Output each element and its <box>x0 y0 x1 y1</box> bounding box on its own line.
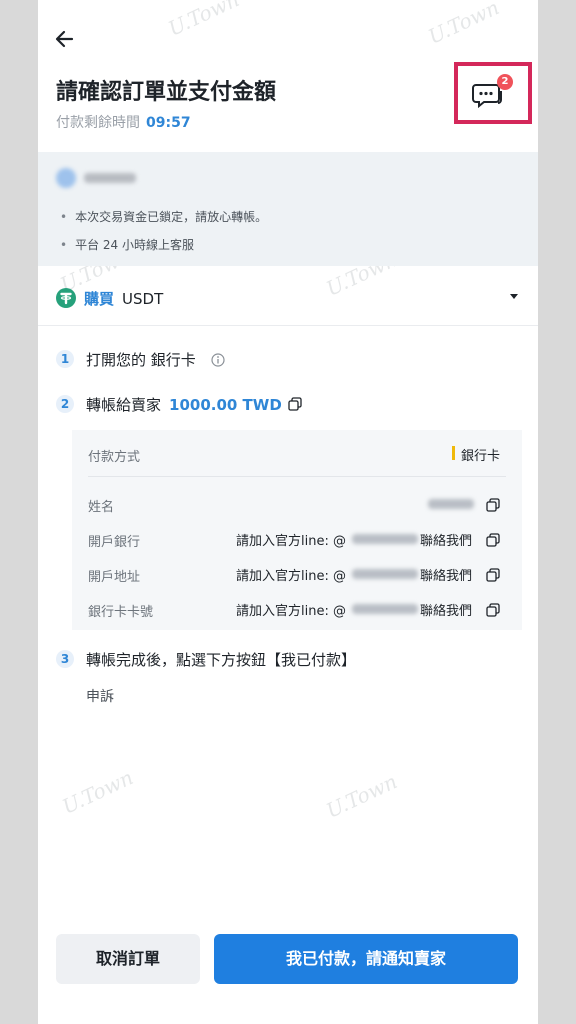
copy-icon[interactable] <box>486 602 500 617</box>
watermark: U.Town <box>164 0 243 41</box>
trade-action: 購買 <box>84 290 115 308</box>
contact-us-text: 聯絡我們 <box>420 604 473 619</box>
seller-avatar <box>56 168 76 188</box>
payment-method-marker <box>452 446 455 460</box>
seller-name-blurred <box>84 173 136 183</box>
page-title: 請確認訂單並支付金額 <box>56 80 277 105</box>
cancel-order-button[interactable]: 取消訂單 <box>56 934 200 984</box>
divider <box>88 476 506 477</box>
card-line-prefix: 請加入官方line: @ <box>236 604 346 619</box>
copy-icon[interactable] <box>486 532 500 547</box>
name-label: 姓名 <box>88 500 115 515</box>
contact-us-text: 聯絡我們 <box>420 534 473 549</box>
payment-timer: 付款剩餘時間 09:57 <box>56 112 191 132</box>
address-label: 開戶地址 <box>88 570 141 585</box>
step-2-text: 轉帳給賣家 1000.00 TWD <box>86 394 282 415</box>
step-1-text: 打開您的 銀行卡 <box>86 351 196 369</box>
timer-value: 09:57 <box>146 115 191 131</box>
watermark: U.Town <box>424 0 503 49</box>
line-id-blurred <box>352 604 418 614</box>
trade-coin: USDT <box>122 290 164 308</box>
watermark: U.Town <box>322 769 401 823</box>
payment-done-button[interactable]: 我已付款，請通知賣家 <box>214 934 518 984</box>
notice-bullet: 本次交易資金已鎖定，請放心轉帳。 <box>60 208 267 225</box>
chat-unread-badge: 2 <box>497 74 513 90</box>
step-number: 3 <box>56 650 74 668</box>
watermark: U.Town <box>58 765 137 819</box>
transfer-amount: 1000.00 TWD <box>169 396 282 414</box>
bank-line-prefix: 請加入官方line: @ <box>236 534 346 549</box>
info-icon[interactable] <box>211 352 225 367</box>
copy-icon[interactable] <box>288 396 302 411</box>
payment-method-value: 銀行卡 <box>461 449 501 464</box>
address-line-prefix: 請加入官方line: @ <box>236 569 346 584</box>
arrow-left-icon <box>55 30 74 48</box>
order-payment-page: U.Town U.Town U.Town U.Town U.Town U.Tow… <box>38 0 538 1024</box>
notice-bullet: 平台 24 小時線上客服 <box>60 236 194 253</box>
copy-icon[interactable] <box>486 567 500 582</box>
card-number-label: 銀行卡卡號 <box>88 605 154 620</box>
payment-method-label: 付款方式 <box>88 450 141 465</box>
appeal-link[interactable]: 申訴 <box>86 686 114 706</box>
bank-label: 開戶銀行 <box>88 535 141 550</box>
line-id-blurred <box>352 569 418 579</box>
step-number: 2 <box>56 395 74 413</box>
copy-icon[interactable] <box>486 497 500 512</box>
back-button[interactable] <box>52 26 78 52</box>
line-id-blurred <box>352 534 418 544</box>
step-number: 1 <box>56 350 74 368</box>
trade-label: 購買 USDT <box>84 288 163 309</box>
timer-label: 付款剩餘時間 <box>56 115 140 131</box>
step-2-label: 轉帳給賣家 <box>86 396 162 414</box>
chevron-down-icon[interactable] <box>510 294 518 299</box>
contact-us-text: 聯絡我們 <box>420 569 473 584</box>
step-3-text: 轉帳完成後，點選下方按鈕【我已付款】 <box>86 651 357 669</box>
tether-icon <box>56 288 76 308</box>
name-value-blurred <box>428 499 474 509</box>
